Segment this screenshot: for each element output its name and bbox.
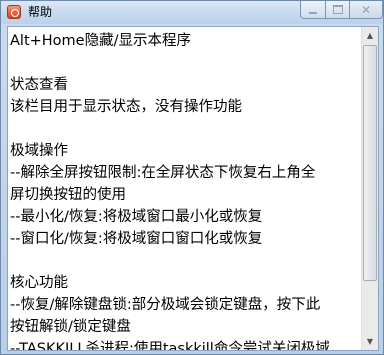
help-window: 帮助 ✕ Alt+Home隐藏/显示本程序 状态查看 该栏目用于显示状态，没有操… xyxy=(0,0,384,355)
app-icon xyxy=(7,5,21,19)
help-line: --解除全屏按钮限制:在全屏状态下恢复右上角全 xyxy=(10,165,316,181)
window-title: 帮助 xyxy=(28,5,53,19)
scroll-down-icon[interactable]: ▼ xyxy=(362,333,378,350)
help-text-box[interactable]: Alt+Home隐藏/显示本程序 状态查看 该栏目用于显示状态，没有操作功能 极… xyxy=(7,26,379,351)
scrollbar-thumb[interactable] xyxy=(363,45,377,281)
help-line: 屏切换按钮的使用 xyxy=(10,187,126,203)
help-text[interactable]: Alt+Home隐藏/显示本程序 状态查看 该栏目用于显示状态，没有操作功能 极… xyxy=(8,27,362,350)
help-line: 该栏目用于显示状态，没有操作功能 xyxy=(10,99,242,115)
help-line xyxy=(10,250,362,272)
title-bar[interactable]: 帮助 ✕ xyxy=(1,1,383,24)
help-line: --恢复/解除键盘锁:部分极域会锁定键盘，按下此 xyxy=(10,297,321,313)
help-line: --最小化/恢复:将极域窗口最小化或恢复 xyxy=(10,209,263,225)
help-line: --窗口化/恢复:将极域窗口窗口化或恢复 xyxy=(10,231,263,247)
help-line xyxy=(10,118,362,140)
help-line: --TASKKILL杀进程:使用taskkill命令尝试关闭极域 xyxy=(10,341,330,351)
help-line: 核心功能 xyxy=(10,275,68,291)
close-icon: ✕ xyxy=(360,2,372,17)
vertical-scrollbar[interactable]: ▲ ▼ xyxy=(361,27,378,350)
minimize-icon xyxy=(309,11,317,14)
help-line: 极域操作 xyxy=(10,143,68,159)
close-button[interactable]: ✕ xyxy=(349,1,383,19)
help-line: 按钮解锁/锁定键盘 xyxy=(10,319,131,335)
maximize-icon xyxy=(332,5,343,14)
help-line xyxy=(10,52,362,74)
help-line: Alt+Home隐藏/显示本程序 xyxy=(10,33,191,49)
help-line: 状态查看 xyxy=(10,77,68,93)
scroll-up-icon[interactable]: ▲ xyxy=(362,27,378,44)
maximize-button[interactable] xyxy=(325,1,350,19)
minimize-button[interactable] xyxy=(300,1,326,19)
